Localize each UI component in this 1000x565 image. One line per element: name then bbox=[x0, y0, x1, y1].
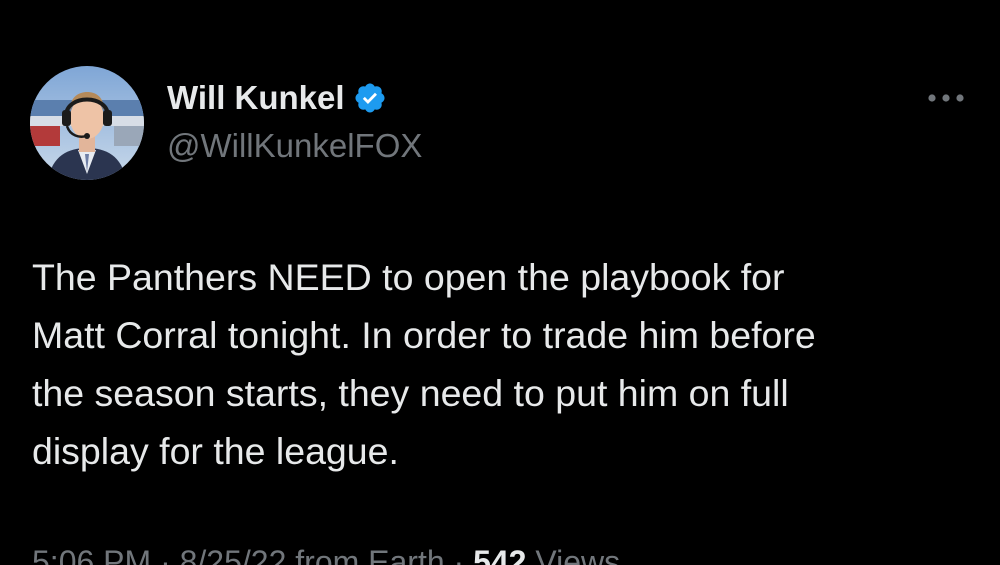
views-label: Views bbox=[535, 544, 621, 565]
avatar-image bbox=[30, 66, 144, 180]
author-display-name[interactable]: Will Kunkel bbox=[167, 78, 345, 118]
more-horizontal-icon[interactable] bbox=[925, 88, 967, 108]
tweet-text: The Panthers NEED to open the playbook f… bbox=[32, 256, 816, 472]
author-name-row[interactable]: Will Kunkel bbox=[167, 78, 387, 118]
tweet-date[interactable]: 8/25/22 bbox=[180, 544, 287, 565]
meta-separator: · bbox=[151, 544, 180, 565]
views-count: 542 bbox=[473, 544, 527, 565]
author-handle[interactable]: @WillKunkelFOX bbox=[167, 126, 422, 166]
verified-badge-icon[interactable] bbox=[353, 81, 387, 115]
meta-separator: · bbox=[444, 544, 474, 565]
tweet-meta: 5:06 PM · 8/25/22 from Earth · 542 Views bbox=[32, 542, 620, 565]
avatar[interactable] bbox=[30, 66, 144, 180]
tweet-time[interactable]: 5:06 PM bbox=[32, 544, 151, 565]
tweet-detail: Will Kunkel @WillKunkelFOX The Panthers … bbox=[0, 0, 1000, 565]
tweet-source: from Earth bbox=[295, 544, 445, 565]
